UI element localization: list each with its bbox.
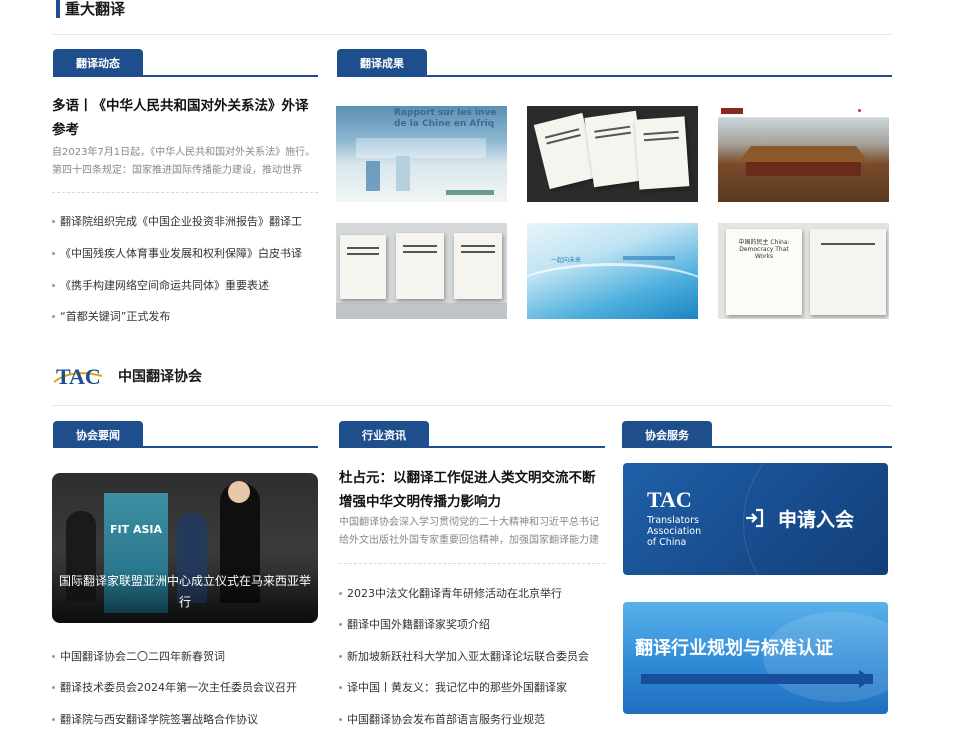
tab-association-services[interactable]: 协会服务 [622, 421, 712, 448]
divider [52, 34, 892, 35]
decor [738, 146, 869, 162]
org-name-line3: of China [647, 537, 687, 548]
tab-underline [53, 75, 318, 77]
decor [527, 263, 698, 319]
tab-underline [339, 446, 605, 448]
list-item[interactable]: 翻译技术委员会2024年第一次主任委员会议召开 [52, 679, 318, 695]
org-name-line1: Translators [647, 515, 699, 526]
book-cover [634, 116, 690, 190]
headline-news[interactable]: 多语丨《中华人民共和国对外关系法》外译参考 [52, 94, 320, 142]
decor [336, 303, 507, 319]
list-item[interactable]: 《中国残疾人体育事业发展和权利保障》白皮书译 [52, 245, 318, 261]
person-face [228, 481, 250, 503]
headline-industry[interactable]: 杜占元：以翻译工作促进人类文明交流不断增强中华文明传播力影响力 [339, 466, 607, 514]
join-label: 申请入会 [778, 509, 855, 531]
result-thumbnail[interactable] [527, 106, 698, 202]
thumbnail-caption: 一起向未来 [551, 257, 582, 264]
site-header [718, 106, 889, 118]
decor [623, 256, 675, 260]
decor [746, 162, 861, 176]
divider [52, 192, 318, 193]
standards-label: 翻译行业规划与标准认证 [635, 638, 833, 659]
list-item[interactable]: 2023中法文化翻译青年研修活动在北京举行 [339, 585, 605, 601]
tac-logo: TAC [52, 358, 108, 390]
book-cover: 中国的民主 China: Democracy That Works [726, 229, 802, 315]
news-photo[interactable]: FIT ASIA 国际翻译家联盟亚洲中心成立仪式在马来西亚举行 [52, 473, 318, 623]
result-thumbnail[interactable]: 一起向未来 [527, 223, 698, 319]
list-item[interactable]: 译中国丨黄友义：我记忆中的那些外国翻译家 [339, 679, 605, 695]
decor [366, 161, 380, 191]
tac-logo-icon: TAC [53, 364, 103, 389]
result-thumbnail[interactable] [718, 106, 889, 202]
book-cover [396, 233, 444, 299]
list-item[interactable]: “首都关键词”正式发布 [52, 308, 318, 324]
sign-in-icon [743, 507, 765, 529]
result-thumbnail[interactable]: Rapport sur les inve de la Chine en Afri… [336, 106, 507, 202]
arrow-right-icon [859, 670, 873, 688]
section-title-tac: 中国翻译协会 [118, 369, 202, 385]
list-item[interactable]: 中国翻译协会发布首部语言服务行业规范 [339, 711, 605, 727]
tab-underline [53, 446, 318, 448]
svg-text:TAC: TAC [56, 364, 101, 389]
divider [339, 563, 605, 564]
list-item[interactable]: 翻译院组织完成《中国企业投资非洲报告》翻译工 [52, 213, 318, 229]
decor [356, 138, 486, 158]
section-title-major: 重大翻译 [65, 0, 126, 18]
site-logo [721, 108, 743, 114]
join-logo: TAC [647, 487, 692, 512]
decor [858, 109, 861, 112]
headline-summary: 中国翻译协会深入学习贯彻党的二十大精神和习近平总书记给外文出版社外国专家重要回信… [339, 517, 599, 546]
tab-underline [622, 446, 892, 448]
banner-text: FIT ASIA [110, 523, 162, 536]
list-item[interactable]: 《携手构建网络空间命运共同体》重要表述 [52, 277, 318, 293]
list-item[interactable]: 翻译中国外籍翻译家奖项介绍 [339, 616, 605, 632]
tab-translation-news[interactable]: 翻译动态 [53, 49, 143, 76]
tab-underline [337, 75, 892, 77]
join-button[interactable]: TAC Translators Association of China 申请入… [623, 463, 888, 575]
list-item[interactable]: 翻译院与西安翻译学院签署战略合作协议 [52, 711, 318, 727]
headline-summary: 自2023年7月1日起，《中华人民共和国对外关系法》施行。第四十四条规定：国家推… [52, 147, 316, 176]
result-thumbnail[interactable] [336, 223, 507, 319]
tab-translation-results[interactable]: 翻译成果 [337, 49, 427, 76]
tab-industry-news[interactable]: 行业资讯 [339, 421, 429, 448]
section-marker [56, 0, 60, 18]
decor [446, 190, 494, 195]
divider [52, 405, 892, 406]
photo-caption[interactable]: 国际翻译家联盟亚洲中心成立仪式在马来西亚举行 [58, 571, 312, 613]
result-thumbnail[interactable]: 中国的民主 China: Democracy That Works [718, 223, 889, 319]
book-cover [340, 235, 386, 299]
standards-button[interactable]: 翻译行业规划与标准认证 [623, 602, 888, 714]
list-item[interactable]: 中国翻译协会二〇二四年新春贺词 [52, 648, 318, 664]
decor [641, 674, 873, 684]
book-cover [810, 229, 886, 315]
decor [396, 156, 410, 191]
list-item[interactable]: 新加坡新跃社科大学加入亚太翻译论坛联合委员会 [339, 648, 605, 664]
thumbnail-caption: Rapport sur les inve de la Chine en Afri… [394, 108, 497, 129]
org-name-line2: Association [647, 526, 702, 537]
book-cover [454, 233, 502, 299]
thumbnail-caption: 中国的民主 China: Democracy That Works [738, 239, 790, 260]
tab-association-news[interactable]: 协会要闻 [53, 421, 143, 448]
